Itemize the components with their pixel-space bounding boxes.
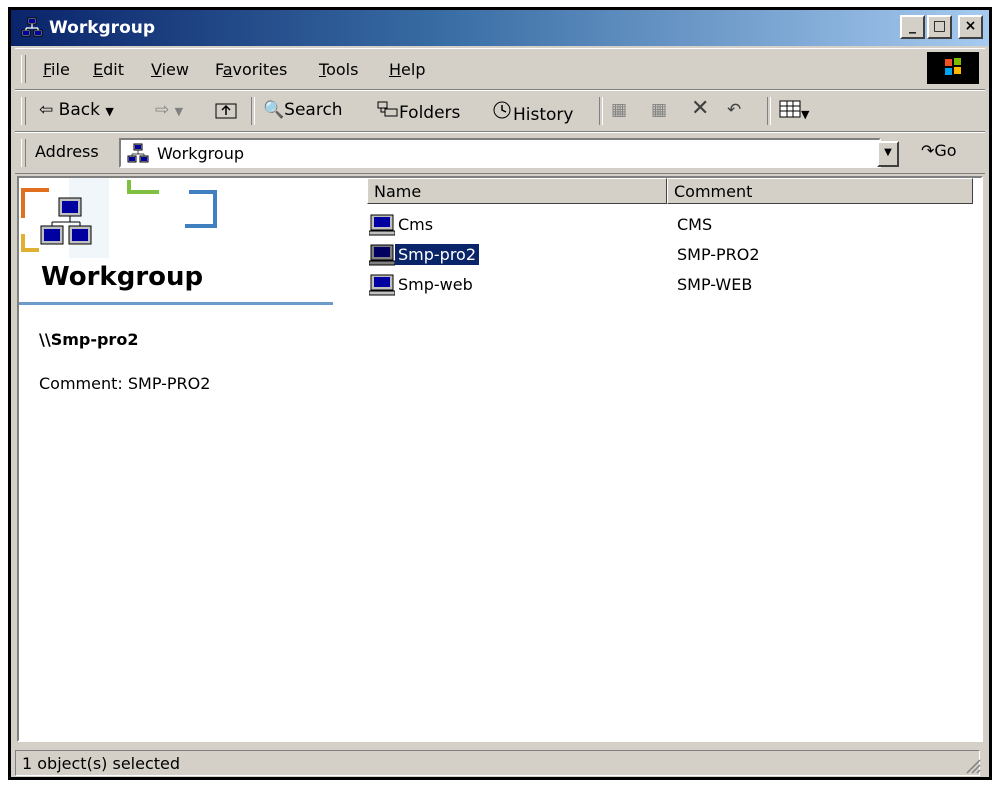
toolbar-separator [767,97,771,125]
views-icon [779,100,801,118]
menu-file[interactable]: File [43,60,70,79]
toolbar-grip[interactable] [21,97,26,125]
item-name: Smp-pro2 [395,244,480,265]
computer-icon [369,274,395,296]
maximize-button[interactable]: □ [927,15,952,39]
computer-icon [369,214,395,236]
menu-favorites[interactable]: Favorites [215,60,287,79]
item-name: Cms [398,215,434,234]
delete-button[interactable]: ✕ [691,96,709,121]
menu-grip[interactable] [21,55,26,83]
address-dropdown-button[interactable]: ▼ [877,141,899,167]
network-banner-icon [21,178,217,258]
list-item[interactable]: Smp-pro2 SMP-PRO2 [367,242,867,268]
title-bar[interactable]: Workgroup _ □ × [11,10,989,46]
menu-tools[interactable]: Tools [319,60,358,79]
pane-title: Workgroup [41,262,204,292]
selected-item-comment: Comment: SMP-PRO2 [39,374,211,393]
copy-to-icon: ▦ [651,100,668,120]
address-label: Address [35,142,99,161]
toolbar-separator [599,97,603,125]
history-icon [493,101,511,119]
item-name: Smp-web [398,275,473,294]
window-title: Workgroup [49,18,156,38]
resize-grip-icon[interactable] [963,756,981,774]
copy-to-button[interactable]: ▦ [651,100,667,120]
minimize-button[interactable]: _ [900,15,925,39]
windows-logo-icon [927,52,979,84]
item-comment: CMS [677,215,713,234]
address-grip[interactable] [21,139,26,167]
move-to-button[interactable]: ▦ [611,100,627,120]
standard-toolbar: ⇦ Back ▼ ⇨ ▼ 🔍Search Folders History ▦ ▦… [15,90,985,132]
up-button[interactable] [215,100,237,125]
close-button[interactable]: × [958,15,983,39]
address-input[interactable]: Workgroup [119,138,881,168]
column-header-name[interactable]: Name [367,178,667,204]
forward-button[interactable]: ⇨ ▼ [155,100,183,120]
status-bar: 1 object(s) selected [15,748,985,776]
forward-arrow-icon: ⇨ [155,100,170,120]
undo-button[interactable]: ↶ [727,100,741,120]
list-item[interactable]: Cms CMS [367,212,867,238]
views-dropdown-icon[interactable]: ▼ [801,108,809,121]
up-folder-icon [215,103,237,119]
item-comment: SMP-WEB [677,275,753,294]
delete-icon: ✕ [691,96,710,121]
web-view-pane: Workgroup \\Smp-pro2 Comment: SMP-PRO2 [19,178,349,740]
back-dropdown-icon[interactable]: ▼ [105,105,113,118]
selected-item-name: \\Smp-pro2 [39,330,139,349]
folders-icon [377,101,398,117]
go-button[interactable]: ↷Go [921,141,957,160]
status-text: 1 object(s) selected [15,750,980,776]
menu-help[interactable]: Help [389,60,425,79]
column-header-comment[interactable]: Comment [667,178,973,204]
undo-icon: ↶ [727,100,742,120]
explorer-window: Workgroup _ □ × File Edit View Favorites… [8,7,992,780]
history-button[interactable]: History [491,100,573,125]
views-button[interactable]: ▼ [779,100,809,123]
network-icon [127,143,149,163]
list-item[interactable]: Smp-web SMP-WEB [367,272,867,298]
search-icon: 🔍 [263,100,285,120]
chevron-down-icon: ▼ [884,147,892,158]
menu-edit[interactable]: Edit [93,60,124,79]
content-area: Workgroup \\Smp-pro2 Comment: SMP-PRO2 N… [17,176,983,742]
computer-icon [369,244,395,266]
back-button[interactable]: ⇦ Back ▼ [39,100,114,120]
go-arrow-icon: ↷ [921,141,935,160]
menu-view[interactable]: View [151,60,189,79]
search-button[interactable]: 🔍Search [263,100,343,120]
toolbar-separator [251,97,255,125]
menu-bar: File Edit View Favorites Tools Help [15,48,985,90]
address-value: Workgroup [157,144,244,163]
network-icon [21,17,43,37]
back-arrow-icon: ⇦ [39,100,54,120]
address-bar: Address Workgroup ▼ ↷Go [15,132,985,174]
pane-divider [19,302,333,305]
forward-dropdown-icon[interactable]: ▼ [175,105,183,118]
folders-button[interactable]: Folders [377,100,460,123]
file-list[interactable]: Name Comment Cms CMS Smp-pro2 SMP-PRO2 S… [367,178,981,740]
item-comment: SMP-PRO2 [677,245,760,264]
move-to-icon: ▦ [611,100,628,120]
